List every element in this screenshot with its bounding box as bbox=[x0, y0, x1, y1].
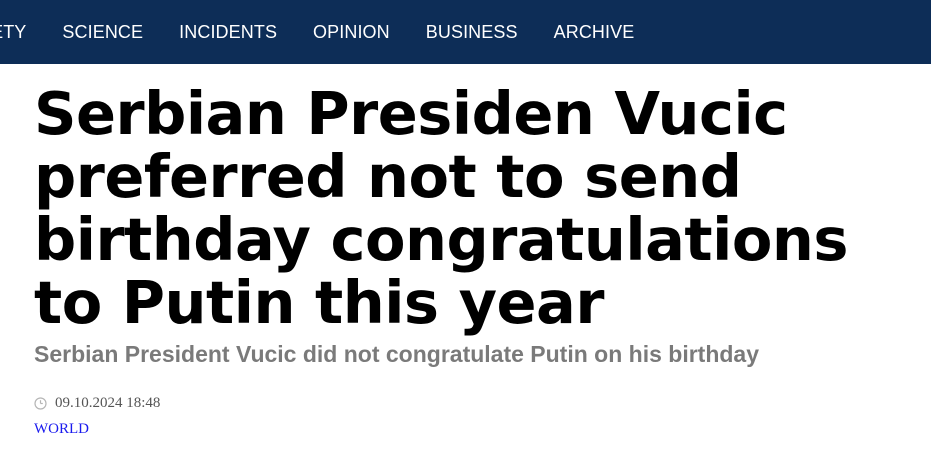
nav-item-incidents[interactable]: INCIDENTS bbox=[179, 22, 277, 43]
article-headline: Serbian Presiden Vucic preferred not to … bbox=[34, 79, 848, 337]
article-category-link[interactable]: WORLD bbox=[34, 421, 89, 438]
article-meta: 09.10.2024 18:48 bbox=[34, 395, 160, 412]
article-header: Serbian Presiden Vucic preferred not to … bbox=[34, 79, 914, 437]
nav-item-opinion[interactable]: OPINION bbox=[313, 22, 390, 43]
nav-item-archive[interactable]: ARCHIVE bbox=[554, 22, 635, 43]
nav-item-business[interactable]: BUSINESS bbox=[426, 22, 518, 43]
clock-icon bbox=[34, 397, 47, 410]
article-subheadline: Serbian President Vucic did not congratu… bbox=[34, 341, 760, 367]
article-datetime: 09.10.2024 18:48 bbox=[55, 395, 161, 411]
top-navigation-bar: IETY SCIENCE INCIDENTS OPINION BUSINESS … bbox=[0, 0, 931, 64]
nav-item-science[interactable]: SCIENCE bbox=[62, 22, 143, 43]
nav-item-society[interactable]: IETY bbox=[0, 22, 26, 43]
nav-menu: IETY SCIENCE INCIDENTS OPINION BUSINESS … bbox=[0, 0, 670, 64]
